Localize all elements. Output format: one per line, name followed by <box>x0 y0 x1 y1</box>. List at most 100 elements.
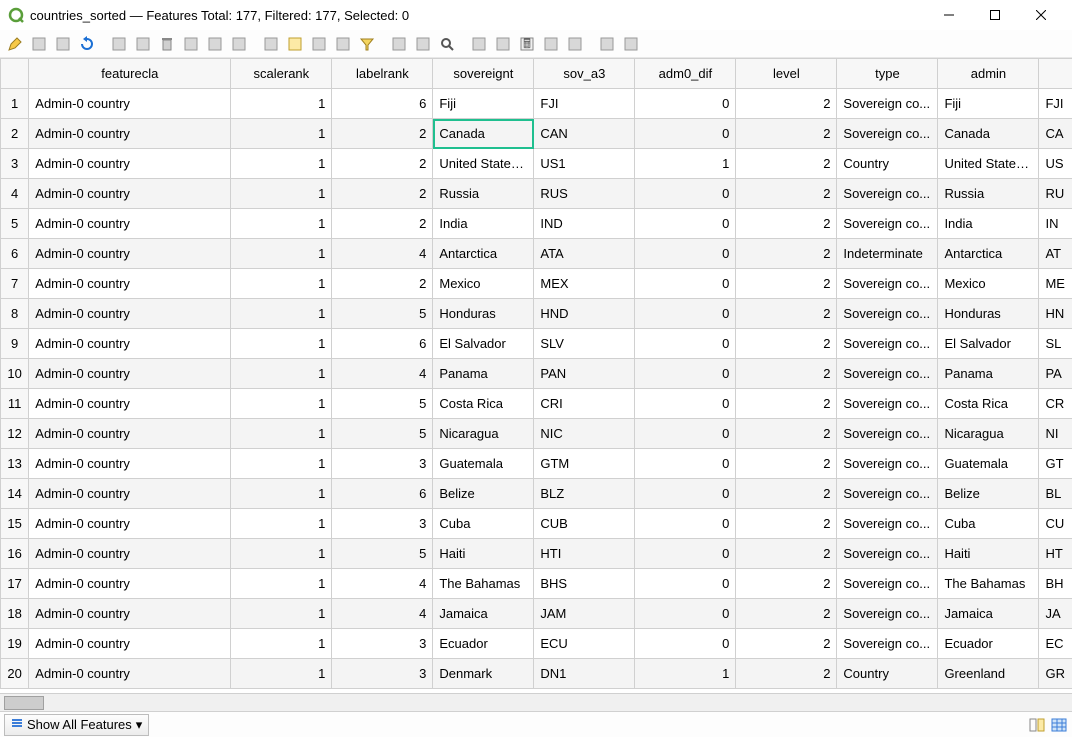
cell-scalerank[interactable]: 1 <box>231 629 332 659</box>
cell-adm0_dif[interactable]: 0 <box>635 89 736 119</box>
cell-adm0_dif[interactable]: 1 <box>635 659 736 689</box>
column-header-adm0_dif[interactable]: adm0_dif <box>635 59 736 89</box>
cell-sovereignt[interactable]: Belize <box>433 479 534 509</box>
cell-featurecla[interactable]: Admin-0 country <box>29 299 231 329</box>
row-header[interactable]: 6 <box>1 239 29 269</box>
column-header-level[interactable]: level <box>736 59 837 89</box>
row-header[interactable]: 3 <box>1 149 29 179</box>
row-header[interactable]: 4 <box>1 179 29 209</box>
cell-adm0_a3[interactable]: SL <box>1039 329 1072 359</box>
cell-featurecla[interactable]: Admin-0 country <box>29 479 231 509</box>
cell-level[interactable]: 2 <box>736 629 837 659</box>
cell-featurecla[interactable]: Admin-0 country <box>29 539 231 569</box>
cell-adm0_a3[interactable]: PA <box>1039 359 1072 389</box>
cell-featurecla[interactable]: Admin-0 country <box>29 419 231 449</box>
column-header-scalerank[interactable]: scalerank <box>231 59 332 89</box>
cell-labelrank[interactable]: 4 <box>332 359 433 389</box>
cell-scalerank[interactable]: 1 <box>231 599 332 629</box>
undo-icon[interactable] <box>204 33 226 55</box>
cell-sov_a3[interactable]: CAN <box>534 119 635 149</box>
row-header[interactable]: 19 <box>1 629 29 659</box>
column-header-sovereignt[interactable]: sovereignt <box>433 59 534 89</box>
cell-sovereignt[interactable]: Mexico <box>433 269 534 299</box>
cell-scalerank[interactable]: 1 <box>231 659 332 689</box>
cell-admin[interactable]: Canada <box>938 119 1039 149</box>
select-by-expression-icon[interactable] <box>260 33 282 55</box>
cell-type[interactable]: Sovereign co... <box>837 269 938 299</box>
cell-sov_a3[interactable]: PAN <box>534 359 635 389</box>
cell-adm0_dif[interactable]: 0 <box>635 539 736 569</box>
cell-featurecla[interactable]: Admin-0 country <box>29 359 231 389</box>
column-header-sov_a3[interactable]: sov_a3 <box>534 59 635 89</box>
row-header[interactable]: 1 <box>1 89 29 119</box>
row-header[interactable]: 16 <box>1 539 29 569</box>
cell-labelrank[interactable]: 4 <box>332 599 433 629</box>
cell-sov_a3[interactable]: IND <box>534 209 635 239</box>
cell-featurecla[interactable]: Admin-0 country <box>29 209 231 239</box>
cell-featurecla[interactable]: Admin-0 country <box>29 629 231 659</box>
cell-admin[interactable]: Ecuador <box>938 629 1039 659</box>
delete-field-icon[interactable] <box>492 33 514 55</box>
cell-type[interactable]: Sovereign co... <box>837 329 938 359</box>
cell-adm0_dif[interactable]: 0 <box>635 209 736 239</box>
cut-icon[interactable] <box>180 33 202 55</box>
cell-adm0_a3[interactable]: US <box>1039 149 1072 179</box>
cell-type[interactable]: Sovereign co... <box>837 179 938 209</box>
dock-icon[interactable] <box>596 33 618 55</box>
cell-sov_a3[interactable]: SLV <box>534 329 635 359</box>
cell-adm0_a3[interactable]: HN <box>1039 299 1072 329</box>
cell-featurecla[interactable]: Admin-0 country <box>29 329 231 359</box>
cell-sov_a3[interactable]: MEX <box>534 269 635 299</box>
row-header[interactable]: 9 <box>1 329 29 359</box>
cell-sovereignt[interactable]: Nicaragua <box>433 419 534 449</box>
cell-level[interactable]: 2 <box>736 509 837 539</box>
cell-adm0_a3[interactable]: CU <box>1039 509 1072 539</box>
cell-labelrank[interactable]: 3 <box>332 509 433 539</box>
cell-level[interactable]: 2 <box>736 329 837 359</box>
cell-scalerank[interactable]: 1 <box>231 269 332 299</box>
cell-sov_a3[interactable]: CRI <box>534 389 635 419</box>
cell-level[interactable]: 2 <box>736 239 837 269</box>
column-header-admin[interactable]: admin <box>938 59 1039 89</box>
form-view-icon[interactable] <box>1028 716 1046 734</box>
cell-sovereignt[interactable]: Costa Rica <box>433 389 534 419</box>
cell-level[interactable]: 2 <box>736 539 837 569</box>
row-header[interactable]: 5 <box>1 209 29 239</box>
cell-featurecla[interactable]: Admin-0 country <box>29 239 231 269</box>
cell-type[interactable]: Sovereign co... <box>837 479 938 509</box>
cell-type[interactable]: Sovereign co... <box>837 119 938 149</box>
cell-labelrank[interactable]: 4 <box>332 239 433 269</box>
cell-sovereignt[interactable]: Jamaica <box>433 599 534 629</box>
cell-admin[interactable]: Nicaragua <box>938 419 1039 449</box>
cell-labelrank[interactable]: 2 <box>332 149 433 179</box>
cell-level[interactable]: 2 <box>736 209 837 239</box>
cell-featurecla[interactable]: Admin-0 country <box>29 149 231 179</box>
cell-admin[interactable]: Antarctica <box>938 239 1039 269</box>
cell-type[interactable]: Sovereign co... <box>837 629 938 659</box>
cell-sov_a3[interactable]: DN1 <box>534 659 635 689</box>
cell-scalerank[interactable]: 1 <box>231 299 332 329</box>
cell-sovereignt[interactable]: Denmark <box>433 659 534 689</box>
cell-type[interactable]: Indeterminate <box>837 239 938 269</box>
form-view-icon[interactable] <box>620 33 642 55</box>
cell-labelrank[interactable]: 3 <box>332 659 433 689</box>
cell-type[interactable]: Sovereign co... <box>837 569 938 599</box>
cell-featurecla[interactable]: Admin-0 country <box>29 569 231 599</box>
cell-featurecla[interactable]: Admin-0 country <box>29 269 231 299</box>
cell-level[interactable]: 2 <box>736 569 837 599</box>
cell-labelrank[interactable]: 3 <box>332 449 433 479</box>
cell-labelrank[interactable]: 2 <box>332 209 433 239</box>
invert-selection-icon[interactable] <box>308 33 330 55</box>
cell-sovereignt[interactable]: India <box>433 209 534 239</box>
deselect-icon[interactable] <box>332 33 354 55</box>
cell-admin[interactable]: Haiti <box>938 539 1039 569</box>
cell-adm0_dif[interactable]: 0 <box>635 629 736 659</box>
cell-scalerank[interactable]: 1 <box>231 209 332 239</box>
maximize-button[interactable] <box>972 0 1018 30</box>
cell-labelrank[interactable]: 4 <box>332 569 433 599</box>
cell-adm0_a3[interactable]: NI <box>1039 419 1072 449</box>
cell-featurecla[interactable]: Admin-0 country <box>29 89 231 119</box>
cell-type[interactable]: Sovereign co... <box>837 449 938 479</box>
cell-sovereignt[interactable]: Cuba <box>433 509 534 539</box>
column-header-featurecla[interactable]: featurecla <box>29 59 231 89</box>
